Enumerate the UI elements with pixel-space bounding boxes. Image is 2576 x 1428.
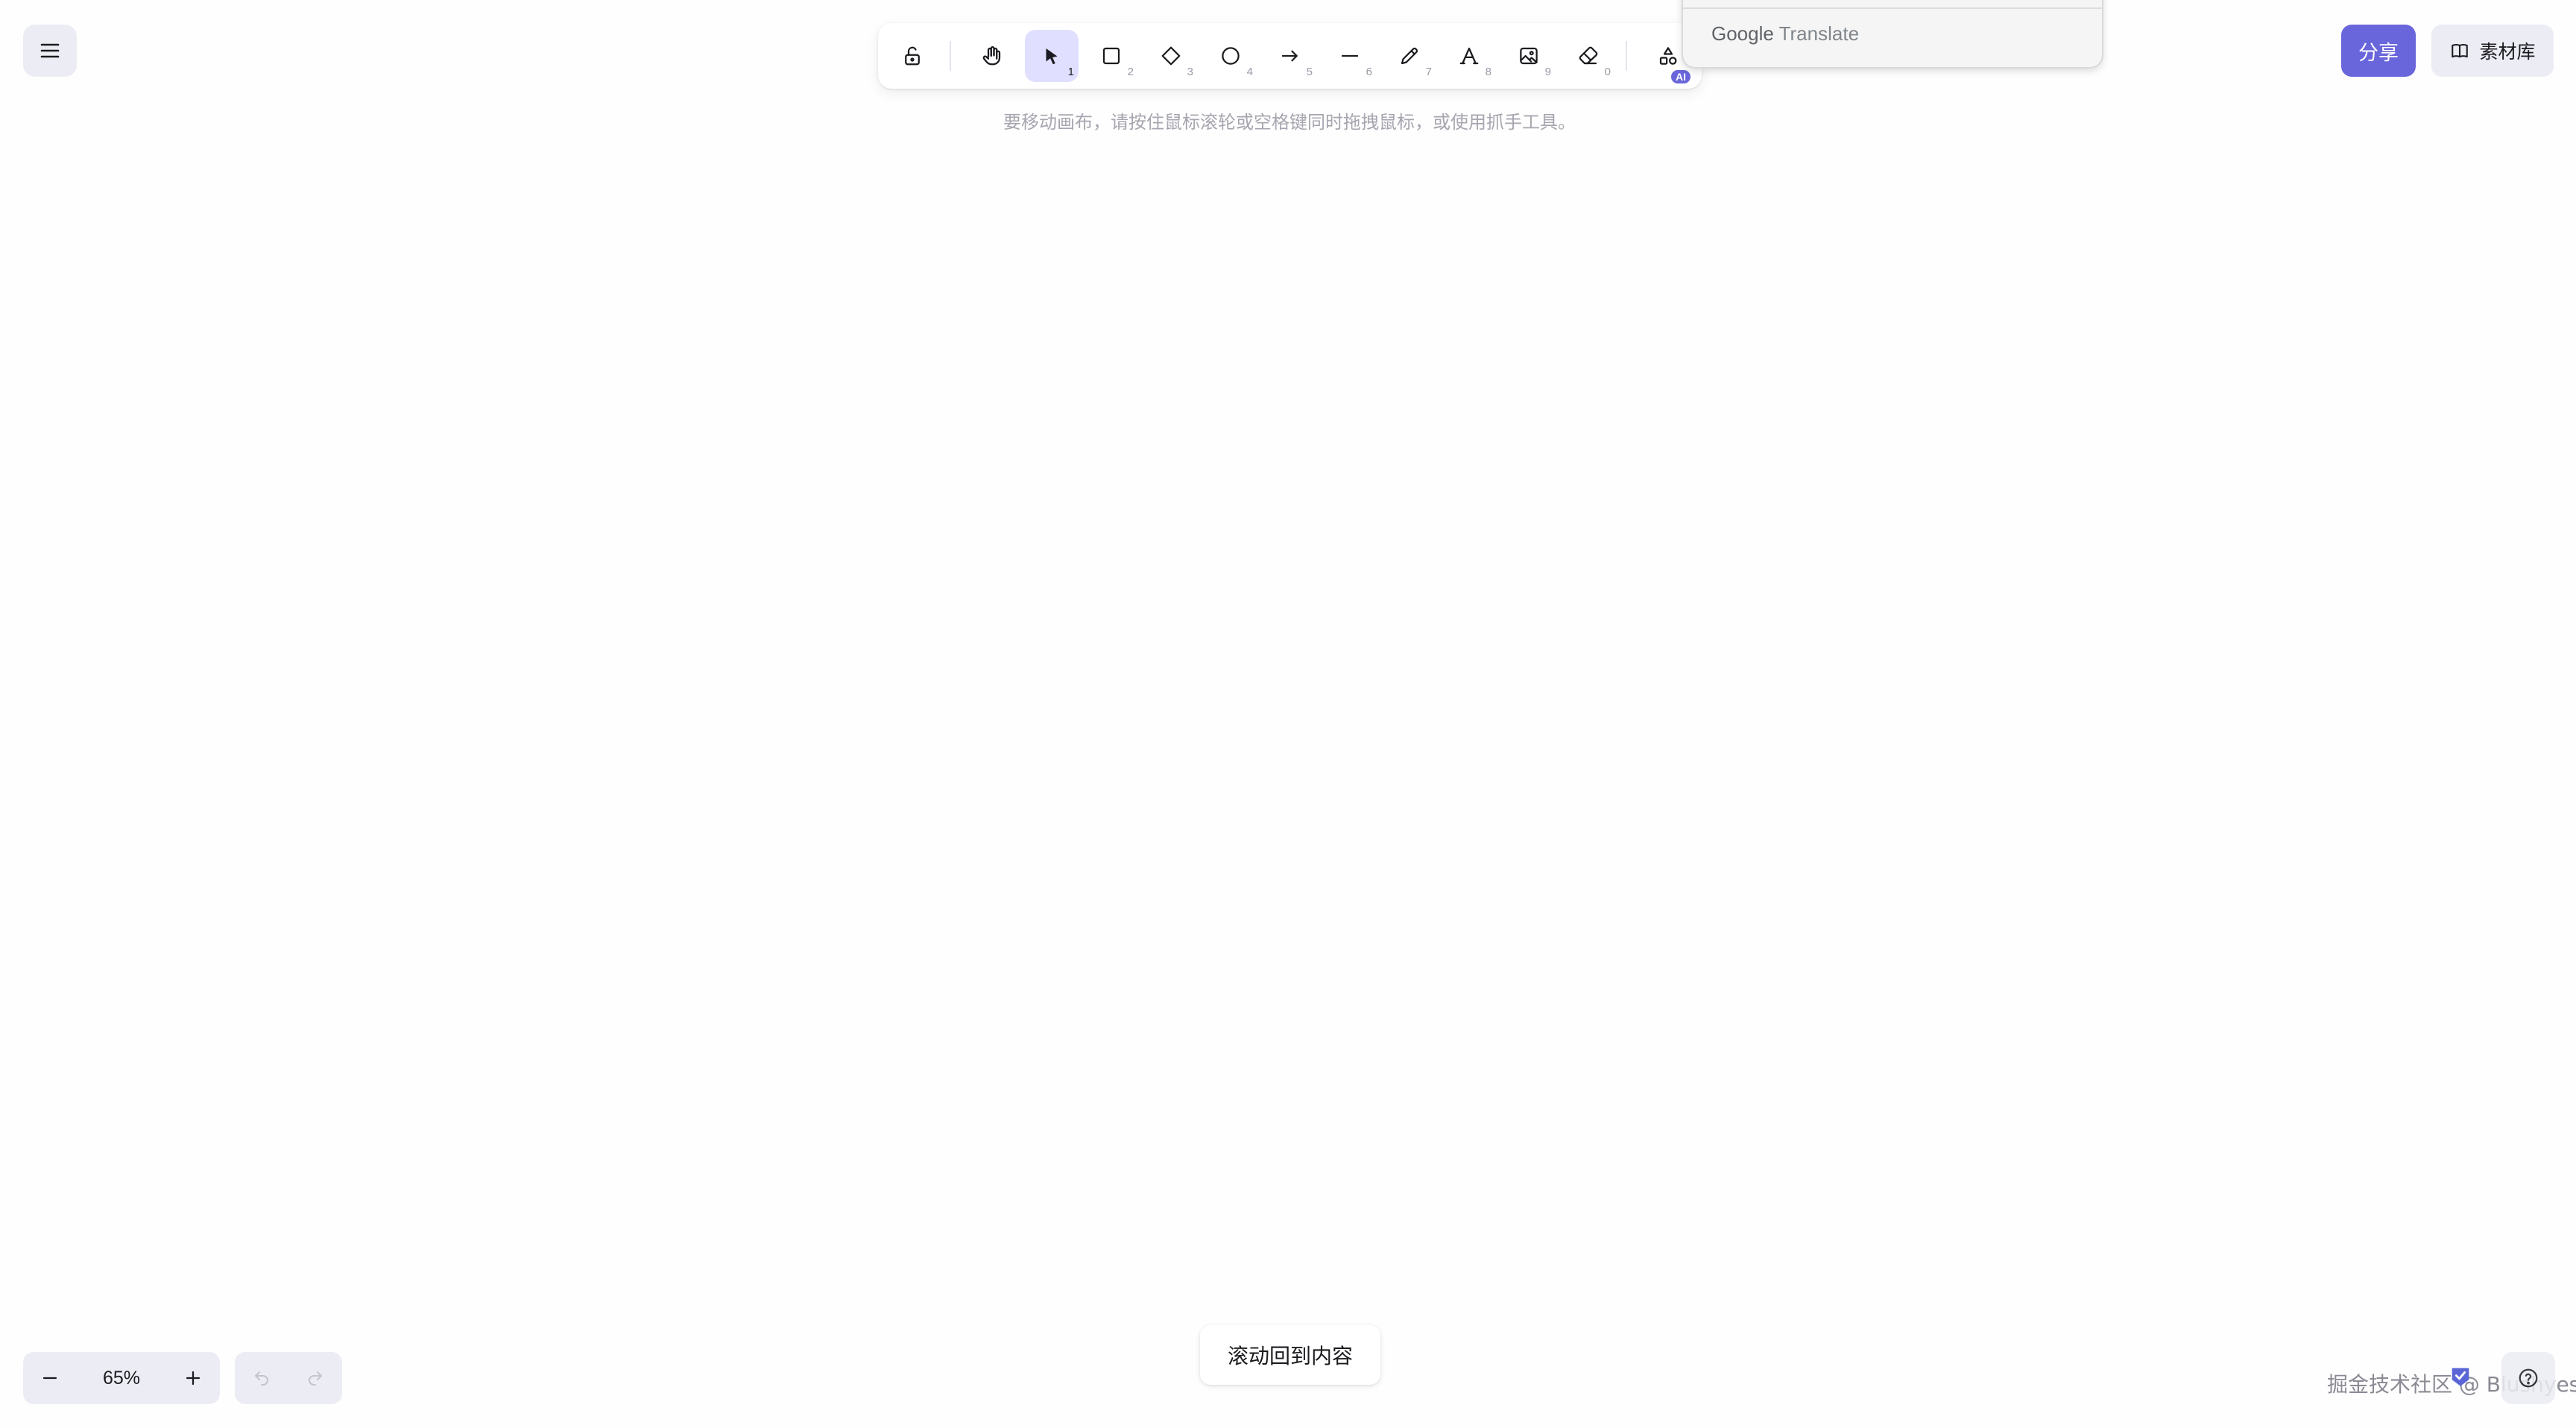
scroll-back-to-content-button[interactable]: 滚动回到内容 <box>1200 1325 1380 1385</box>
tool-rectangle[interactable]: 2 <box>1085 30 1138 82</box>
pointer-icon <box>1046 48 1058 65</box>
zoom-in-button[interactable] <box>166 1352 220 1404</box>
line-icon <box>1341 54 1359 57</box>
arrow-right-icon <box>1281 50 1298 62</box>
diamond-icon <box>1161 46 1181 66</box>
tool-key-label: 1 <box>1067 66 1074 78</box>
tool-key-label: 6 <box>1366 66 1372 78</box>
hand-icon <box>982 46 1001 66</box>
minus-icon <box>42 1377 57 1380</box>
lock-icon <box>905 46 920 66</box>
zoom-controls: 65% <box>23 1352 220 1404</box>
tool-ellipse[interactable]: 4 <box>1204 30 1257 82</box>
tool-text[interactable]: 8 <box>1442 30 1496 82</box>
help-button[interactable] <box>2501 1352 2555 1404</box>
plus-icon <box>186 1371 201 1386</box>
tool-key-label: 9 <box>1544 66 1551 78</box>
history-controls <box>235 1352 342 1404</box>
main-toolbar: 1 2 3 4 5 6 7 8 9 0 AI <box>878 23 1702 89</box>
tool-selection[interactable]: 1 <box>1025 30 1079 82</box>
hamburger-menu-icon <box>40 43 60 58</box>
undo-button[interactable] <box>235 1352 288 1404</box>
library-button[interactable]: 素材库 <box>2431 25 2554 77</box>
circle-icon <box>1222 47 1240 65</box>
share-button[interactable]: 分享 <box>2341 25 2416 77</box>
tool-key-label: 0 <box>1604 66 1611 78</box>
image-icon <box>1520 47 1538 65</box>
undo-icon <box>255 1371 268 1386</box>
google-translate-popup: Google Translate <box>1682 0 2103 69</box>
tool-draw[interactable]: 7 <box>1383 30 1436 82</box>
tool-eraser[interactable]: 0 <box>1562 30 1615 82</box>
tool-diamond[interactable]: 3 <box>1144 30 1198 82</box>
canvas-hint: 要移动画布，请按住鼠标滚轮或空格键同时拖拽鼠标，或使用抓手工具。 <box>1003 112 1576 133</box>
tool-key-label: 7 <box>1425 66 1432 78</box>
text-icon <box>1459 47 1479 65</box>
redo-icon <box>309 1371 322 1386</box>
shapes-icon <box>1659 47 1677 65</box>
book-icon <box>2452 43 2469 58</box>
tool-lock[interactable] <box>886 30 939 82</box>
tool-key-label: 3 <box>1187 66 1193 78</box>
main-menu-button[interactable] <box>23 25 77 77</box>
help-icon <box>2519 1368 2538 1388</box>
eraser-icon <box>1579 46 1598 65</box>
drawing-canvas[interactable] <box>0 0 2576 1428</box>
tool-arrow[interactable]: 5 <box>1263 30 1317 82</box>
tool-key-label: 2 <box>1127 66 1134 78</box>
verified-badge-icon <box>2452 1368 2469 1386</box>
tool-hand[interactable] <box>965 30 1019 82</box>
tool-image[interactable]: 9 <box>1502 30 1556 82</box>
zoom-out-button[interactable] <box>23 1352 77 1404</box>
google-translate-logo[interactable]: Google Translate <box>1711 22 1859 45</box>
tool-key-label: 5 <box>1306 66 1313 78</box>
zoom-level[interactable]: 65% <box>77 1368 166 1389</box>
pencil-icon <box>1401 47 1418 65</box>
square-icon <box>1102 47 1120 65</box>
redo-button[interactable] <box>288 1352 342 1404</box>
tool-key-label: 4 <box>1246 66 1253 78</box>
ai-badge: AI <box>1671 70 1690 83</box>
library-label: 素材库 <box>2479 41 2536 63</box>
tool-key-label: 8 <box>1485 66 1491 78</box>
tool-line[interactable]: 6 <box>1323 30 1377 82</box>
